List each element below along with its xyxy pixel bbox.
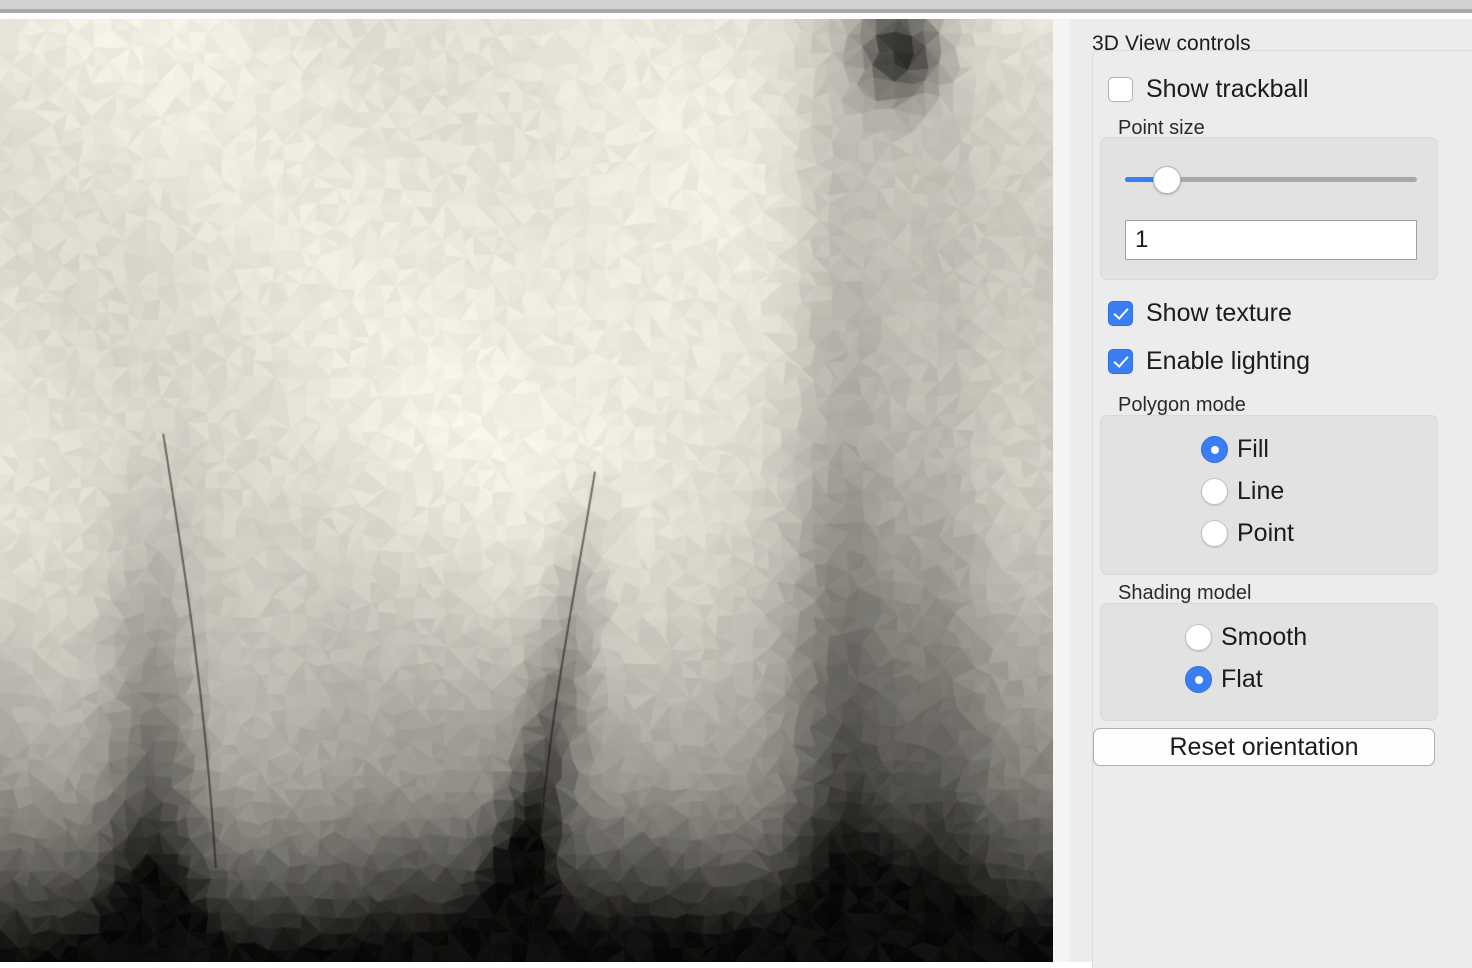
shading-model-option-smooth[interactable]: Smooth	[1185, 624, 1307, 651]
polygon-mode-option-fill[interactable]: Fill	[1201, 436, 1269, 463]
enable-lighting-label: Enable lighting	[1146, 347, 1311, 375]
shading-model-flat-radio[interactable]	[1185, 666, 1212, 693]
polygon-mode-point-radio[interactable]	[1201, 520, 1228, 547]
application-window: 3D View controls Show trackball Point si…	[0, 0, 1472, 968]
shading-model-smooth-radio[interactable]	[1185, 624, 1212, 651]
point-size-group-box: 1	[1100, 137, 1438, 280]
polygon-mode-option-line[interactable]: Line	[1201, 478, 1284, 505]
show-trackball-checkbox[interactable]	[1108, 77, 1133, 102]
point-size-input[interactable]: 1	[1125, 220, 1417, 260]
shading-model-option-flat[interactable]: Flat	[1185, 666, 1263, 693]
show-texture-checkbox[interactable]	[1108, 301, 1133, 326]
polygon-mode-group-label: Polygon mode	[1118, 394, 1246, 416]
point-size-slider-handle[interactable]	[1153, 166, 1181, 194]
polygon-mode-line-label: Line	[1237, 477, 1285, 505]
show-trackball-label: Show trackball	[1146, 75, 1309, 103]
point-size-slider[interactable]	[1125, 165, 1417, 195]
3d-viewport[interactable]	[0, 19, 1053, 962]
polygon-mode-option-point[interactable]: Point	[1201, 520, 1294, 547]
show-trackball-row[interactable]: Show trackball	[1108, 77, 1309, 102]
polygon-mode-line-radio[interactable]	[1201, 478, 1228, 505]
window-chrome	[0, 0, 1472, 19]
shading-model-flat-label: Flat	[1221, 665, 1263, 693]
polygon-mode-fill-radio[interactable]	[1201, 436, 1228, 463]
polygon-mode-point-label: Point	[1237, 519, 1294, 547]
show-texture-label: Show texture	[1146, 299, 1292, 327]
3d-view-controls-panel: 3D View controls Show trackball Point si…	[1070, 19, 1472, 968]
chrome-top-band	[0, 0, 1472, 9]
reset-orientation-button[interactable]: Reset orientation	[1093, 728, 1435, 766]
viewport-panel-gutter	[1053, 19, 1070, 962]
shading-model-smooth-label: Smooth	[1221, 623, 1308, 651]
polygon-mode-fill-label: Fill	[1237, 435, 1269, 463]
shading-model-group-label: Shading model	[1118, 582, 1252, 604]
3d-mesh-canvas[interactable]	[0, 19, 1053, 962]
enable-lighting-row[interactable]: Enable lighting	[1108, 349, 1310, 374]
enable-lighting-checkbox[interactable]	[1108, 349, 1133, 374]
shading-model-group-box	[1100, 603, 1438, 721]
show-texture-row[interactable]: Show texture	[1108, 301, 1292, 326]
